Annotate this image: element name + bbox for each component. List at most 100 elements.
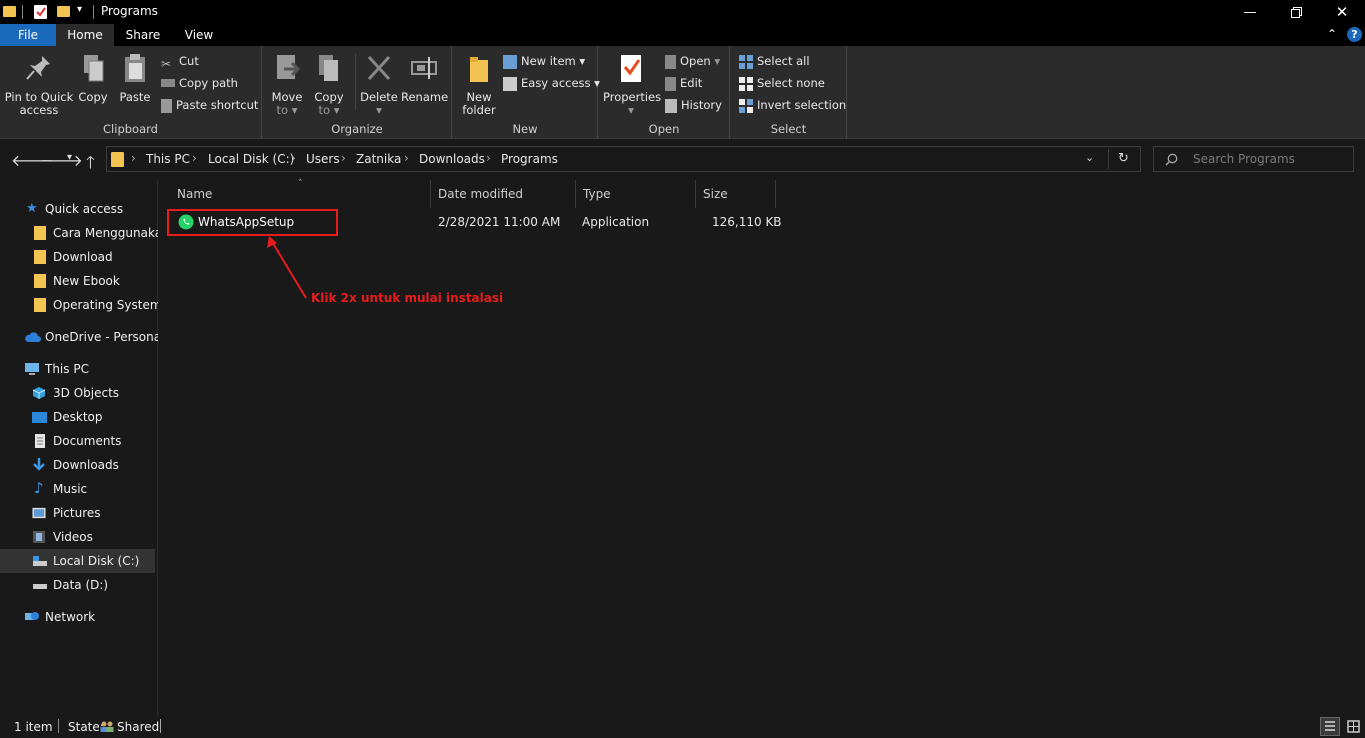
address-bar[interactable]: › This PC › Local Disk (C:) › Users › Za… [106,146,1141,172]
status-bar: 1 item State: Shared [0,715,1365,738]
details-view-button[interactable] [1320,717,1340,736]
delete-button[interactable]: Delete ▾ [359,52,399,117]
select-all-label: Select all [757,54,810,68]
open-icon [665,54,676,69]
ribbon-tabs: File Home Share View ⌃ ? [0,24,1365,46]
divider [58,719,59,733]
invert-selection-button[interactable]: Invert selection [739,96,846,114]
easy-access-icon [503,76,517,91]
folder-icon [111,152,124,167]
sidebar-item-pictures[interactable]: Pictures [0,501,158,525]
breadcrumb-users[interactable]: Users [306,152,340,166]
cut-button[interactable]: ✂ Cut [161,52,199,71]
sidebar-item-onedrive[interactable]: OneDrive - Personal [0,325,158,349]
invert-selection-icon [739,98,753,113]
sidebar-item-local-disk[interactable]: Local Disk (C:) [0,549,155,573]
sidebar-item-download[interactable]: Download [0,245,158,269]
sidebar-label: Cara Menggunakan [53,226,158,240]
navigation-pane: ★ Quick access Cara Menggunakan Download… [0,180,158,715]
copy-to-button[interactable]: Copy to ▾ [311,52,347,117]
paste-button[interactable]: Paste [116,52,154,104]
history-label: History [681,98,722,112]
breadcrumb-this-pc[interactable]: This PC [146,152,190,166]
window-title: Programs [101,4,158,18]
sidebar-item-desktop[interactable]: Desktop [0,405,158,429]
tab-file[interactable]: File [0,24,56,46]
tab-home[interactable]: Home [56,24,114,46]
collapse-ribbon-icon[interactable]: ⌃ [1327,27,1337,41]
copy-path-label: Copy path [179,76,238,90]
folder-icon [34,274,46,288]
pin-quick-access-button[interactable]: Pin to Quick access [4,52,74,117]
column-header-type[interactable]: Type [576,180,696,208]
column-header-name[interactable]: Name [170,180,431,208]
forward-arrow-icon[interactable]: 🡒 [40,150,83,170]
history-button[interactable]: History [665,96,722,114]
copy-path-button[interactable]: Copy path [161,74,238,92]
breadcrumb-downloads[interactable]: Downloads [419,152,485,166]
sidebar-item-quick-access[interactable]: ★ Quick access [0,197,158,221]
select-none-button[interactable]: Select none [739,74,825,92]
search-icon [1165,153,1178,166]
sidebar-item-music[interactable]: ♪ Music [0,477,158,501]
sidebar-item-new-ebook[interactable]: New Ebook [0,269,158,293]
new-label: New [512,122,538,136]
recent-locations-icon[interactable]: ▾ [67,152,72,163]
breadcrumb-zatnika[interactable]: Zatnika [356,152,401,166]
edit-button[interactable]: Edit [665,74,702,92]
refresh-icon[interactable]: ↻ [1118,151,1129,166]
column-header-size[interactable]: Size [696,180,776,208]
copy-button[interactable]: Copy [76,52,110,104]
sidebar-label: Local Disk (C:) [53,554,140,568]
annotation-arrow-icon [267,236,307,299]
restore-button[interactable] [1273,0,1319,24]
sidebar-item-this-pc[interactable]: This PC [0,357,158,381]
sidebar-item-3d-objects[interactable]: 3D Objects [0,381,158,405]
paste-shortcut-button[interactable]: Paste shortcut [161,96,258,114]
sidebar-item-cara-menggunakan[interactable]: Cara Menggunakan [0,221,158,245]
help-icon[interactable]: ? [1347,27,1362,42]
open-button[interactable]: Open ▾ [665,52,720,70]
rename-button[interactable]: Rename [401,52,448,104]
search-box[interactable]: Search Programs [1153,146,1354,172]
sidebar-item-documents[interactable]: Documents [0,429,158,453]
edit-label: Edit [680,76,703,90]
breadcrumb-programs[interactable]: Programs [501,152,558,166]
breadcrumb-local-disk[interactable]: Local Disk (C:) [208,152,294,166]
customize-toolbar-icon[interactable]: ▾ [77,4,82,15]
sidebar-item-operating-system[interactable]: Operating System [0,293,158,317]
properties-button[interactable]: Properties ▾ [603,52,661,117]
large-icons-view-button[interactable] [1344,717,1363,736]
tab-share[interactable]: Share [114,24,172,46]
properties-quick-icon[interactable] [34,5,47,19]
new-item-button[interactable]: New item ▾ [503,52,585,70]
new-folder-button[interactable]: New folder [459,52,499,117]
desktop-icon [32,412,47,423]
select-all-button[interactable]: Select all [739,52,810,70]
sidebar-item-downloads[interactable]: Downloads [0,453,158,477]
tab-view[interactable]: View [172,24,226,46]
breadcrumb-separator: › [192,151,197,165]
easy-access-button[interactable]: Easy access ▾ [503,74,600,92]
close-button[interactable]: ✕ [1319,0,1365,24]
clipboard-group: Pin to Quick access Copy Paste ✂ Cut Copy… [0,46,262,139]
address-dropdown-icon[interactable]: ⌄ [1085,151,1094,164]
new-folder-quick-icon[interactable] [57,6,70,17]
shared-users-icon [100,721,114,732]
properties-icon [621,55,641,82]
column-header-date-modified[interactable]: Date modified [431,180,576,208]
up-arrow-icon[interactable]: 🡑 [86,150,95,179]
sidebar-label: Downloads [53,458,119,472]
open-group: Properties ▾ Open ▾ Edit History Open [599,46,730,139]
select-label: Select [770,122,807,136]
new-item-label: New item [521,54,576,68]
sidebar-item-data-d[interactable]: Data (D:) [0,573,158,597]
paste-label: Paste [119,90,151,104]
minimize-button[interactable]: — [1227,0,1273,24]
move-to-button[interactable]: Move to ▾ [269,52,305,117]
new-group: New folder New item ▾ Easy access ▾ New [453,46,600,139]
sidebar-item-videos[interactable]: Videos [0,525,158,549]
restore-icon [1290,6,1302,18]
file-size: 126,110 KB [712,215,782,229]
sidebar-item-network[interactable]: Network [0,605,158,629]
